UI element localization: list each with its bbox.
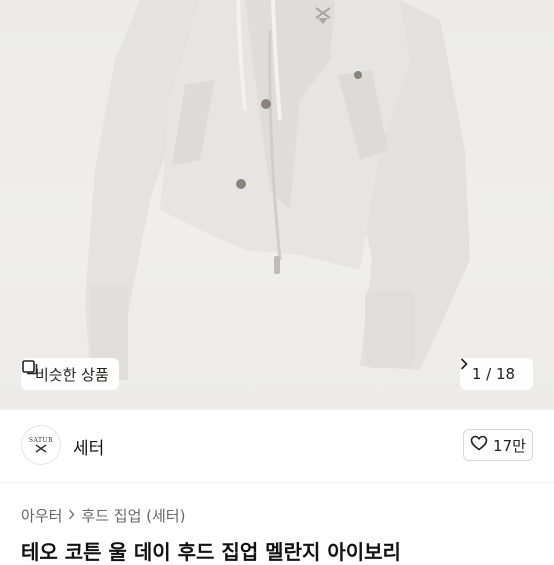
breadcrumb-item-hood-zip[interactable]: 후드 집업 (세터) [81,505,185,526]
shop-logo-text: SATUR [28,437,54,444]
hoodie-illustration [85,0,470,380]
heart-icon [470,435,488,455]
shop-name[interactable]: 세터 [73,434,104,459]
product-image[interactable]: 비슷한 상품 1 / 18 [0,0,554,410]
like-count: 17만 [493,436,526,455]
image-counter[interactable]: 1 / 18 [460,358,533,390]
like-button[interactable]: 17만 [463,429,533,461]
image-counter-text: 1 / 18 [471,365,516,383]
shop-avatar[interactable]: SATUR [21,425,61,465]
shop-info-row: SATUR 세터 17만 [0,410,554,483]
shop-logo-icon [35,444,47,453]
breadcrumb: 아우터 후드 집업 (세터) [21,505,185,526]
product-title: 테오 코튼 울 데이 후드 집업 멜란지 아이보리 [21,540,401,564]
similar-products-button[interactable]: 비슷한 상품 [21,358,119,390]
breadcrumb-item-outer[interactable]: 아우터 [21,505,62,526]
chevron-right-icon [68,508,75,524]
similar-products-label: 비슷한 상품 [35,365,109,384]
